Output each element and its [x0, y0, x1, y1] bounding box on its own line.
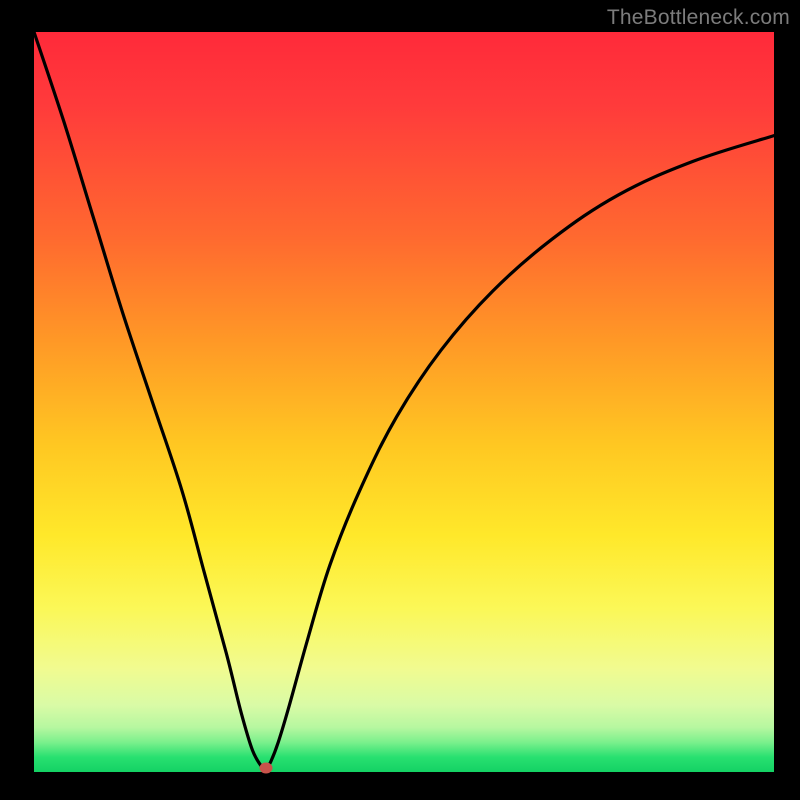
bottleneck-curve — [34, 32, 774, 772]
optimum-marker — [260, 763, 273, 774]
plot-area — [34, 32, 774, 772]
watermark-text: TheBottleneck.com — [607, 6, 790, 30]
chart-frame: TheBottleneck.com — [0, 0, 800, 800]
